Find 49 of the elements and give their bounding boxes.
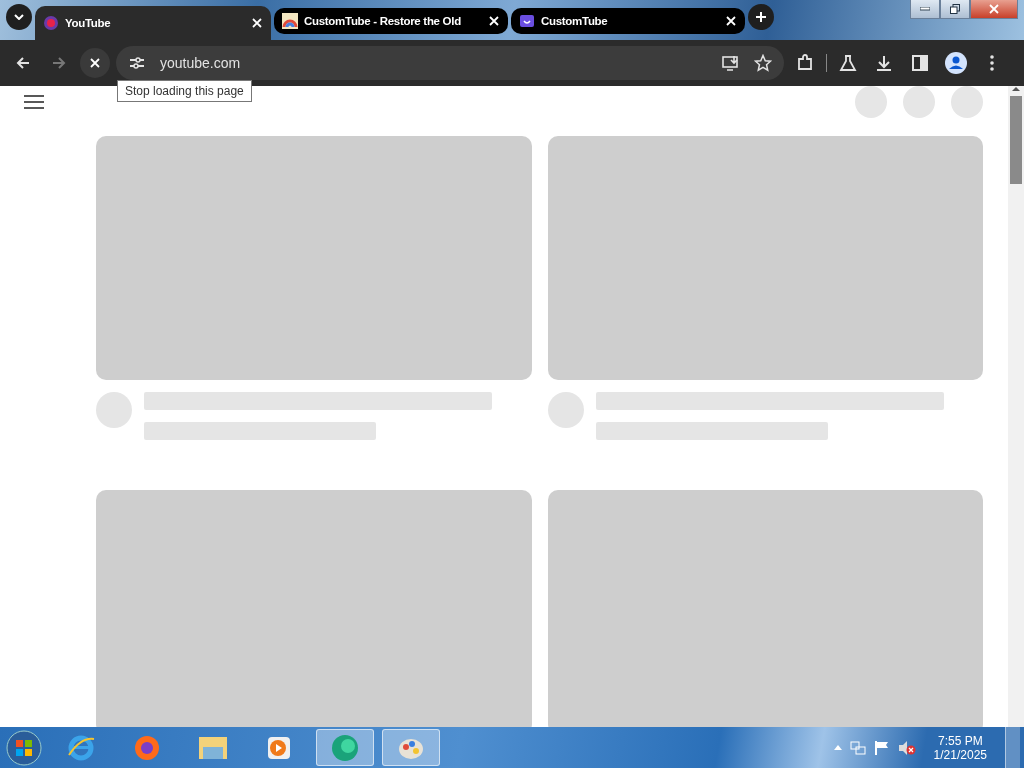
address-bar[interactable]: youtube.com [116, 46, 784, 80]
muted-speaker-icon[interactable] [897, 739, 916, 756]
chevron-down-icon [14, 13, 24, 20]
new-tab-button[interactable] [748, 3, 774, 30]
minimize-icon [920, 7, 930, 11]
menu-icon[interactable] [24, 95, 44, 109]
install-icon[interactable] [722, 55, 740, 71]
close-icon [89, 57, 101, 69]
side-panel-icon [912, 55, 928, 71]
close-icon [988, 3, 1000, 15]
person-icon [945, 52, 967, 74]
taskbar-app[interactable] [382, 729, 440, 766]
flag-icon[interactable] [873, 739, 890, 756]
browser-tab[interactable]: CustomTube [511, 8, 745, 34]
restore-icon [950, 4, 960, 14]
tab-search-button[interactable] [6, 3, 32, 30]
flask-icon [839, 54, 857, 72]
puzzle-icon [796, 54, 814, 72]
avatar-placeholder [548, 392, 584, 428]
url-text: youtube.com [160, 55, 242, 71]
close-icon [725, 15, 737, 27]
back-arrow-icon [15, 55, 31, 71]
placeholder-circle [855, 86, 887, 118]
rainbow-icon [282, 13, 298, 29]
plus-icon [755, 10, 767, 23]
sliders-icon [129, 56, 145, 70]
smile-icon [519, 13, 535, 29]
scroll-thumb[interactable] [1010, 96, 1022, 184]
star-icon [754, 54, 772, 72]
browser-tab[interactable]: YouTube [35, 6, 271, 40]
browser-tab[interactable]: CustomTube - Restore the Old [274, 8, 508, 34]
placeholder-circle [951, 86, 983, 118]
scrollbar[interactable] [1008, 86, 1024, 727]
record-icon [43, 15, 59, 31]
more-icon [990, 55, 994, 71]
forward-arrow-icon [51, 55, 67, 71]
clock[interactable]: 7:55 PM 1/21/2025 [933, 733, 987, 762]
restore-button[interactable] [940, 0, 970, 19]
avatar-placeholder [96, 392, 132, 428]
close-icon [488, 15, 500, 27]
close-icon [251, 17, 263, 29]
close-window-button[interactable] [970, 0, 1018, 19]
download-icon [875, 54, 893, 72]
start-button[interactable] [4, 729, 44, 766]
stop-button[interactable] [80, 48, 110, 78]
tooltip: Stop loading this page [117, 80, 252, 102]
placeholder-circle [903, 86, 935, 118]
globe-icon [330, 732, 360, 763]
play-icon [266, 734, 292, 761]
